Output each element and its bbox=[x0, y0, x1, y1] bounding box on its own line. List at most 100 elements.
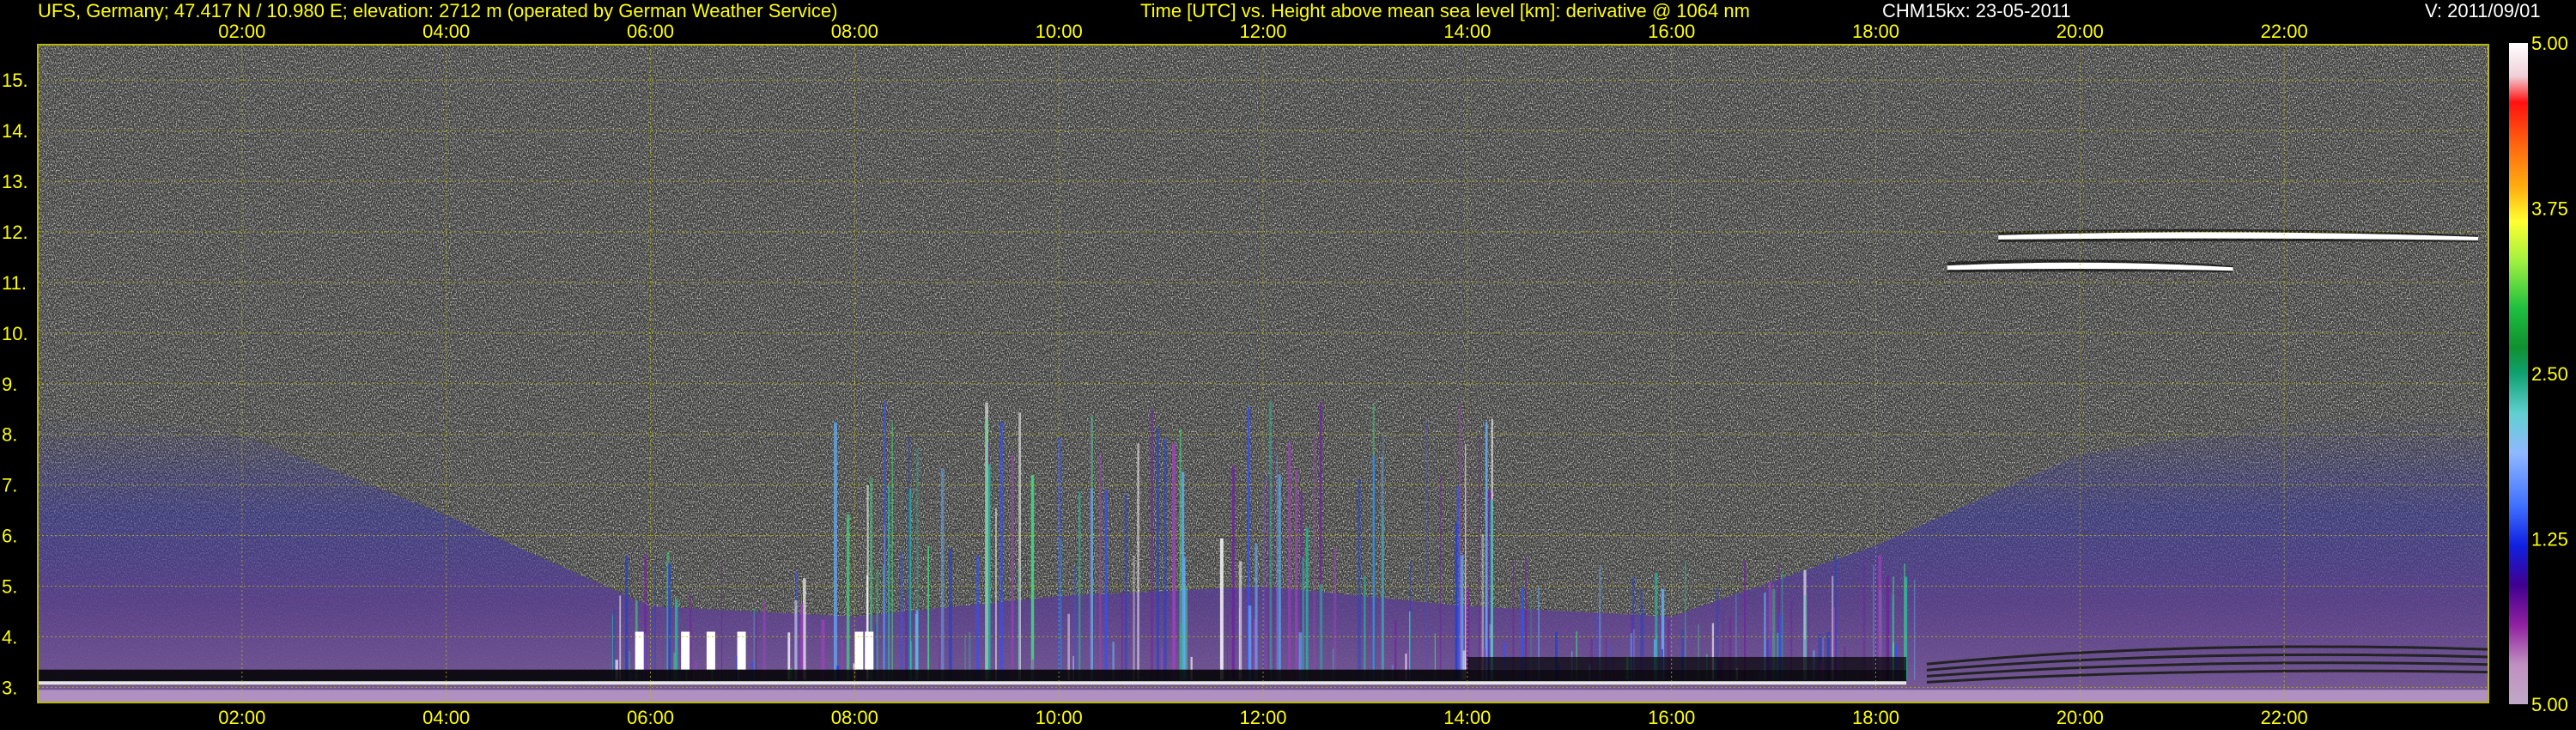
colorbar-label: 3.75 bbox=[2531, 198, 2568, 220]
boundary-layer-upper bbox=[1467, 656, 1907, 670]
signal-stripe bbox=[1464, 444, 1467, 680]
signal-stripe bbox=[888, 484, 890, 680]
signal-stripe bbox=[1267, 477, 1270, 680]
bright-echo bbox=[854, 631, 864, 670]
bright-echo bbox=[737, 631, 746, 670]
signal-stripe bbox=[794, 600, 798, 680]
signal-stripe bbox=[1137, 443, 1139, 680]
signal-stripe bbox=[1179, 429, 1182, 680]
signal-stripe bbox=[662, 557, 664, 680]
signal-stripe bbox=[995, 508, 997, 680]
signal-stripe bbox=[1058, 437, 1061, 680]
y-tick-label: 6. bbox=[2, 526, 17, 547]
signal-stripe bbox=[1305, 527, 1309, 680]
colorbar-label: 1.25 bbox=[2531, 529, 2568, 551]
colorbar-label: 5.00 bbox=[2531, 694, 2568, 715]
signal-stripe bbox=[1074, 567, 1077, 680]
colorbar-label: 5.00 bbox=[2531, 33, 2568, 54]
y-tick-label: 10. bbox=[2, 323, 28, 344]
signal-stripe bbox=[1150, 409, 1154, 680]
signal-stripe bbox=[1426, 420, 1428, 680]
y-tick-label: 15. bbox=[2, 70, 28, 91]
ground-signal bbox=[38, 690, 2488, 703]
signal-stripe bbox=[1011, 453, 1014, 680]
signal-stripe bbox=[1030, 475, 1035, 680]
signal-stripe bbox=[987, 465, 991, 680]
x-tick-label: 20:00 bbox=[2057, 707, 2104, 728]
signal-stripe bbox=[721, 561, 723, 680]
signal-stripe bbox=[1172, 443, 1176, 680]
signal-stripe bbox=[1163, 438, 1167, 680]
signal-stripe bbox=[654, 561, 656, 680]
x-tick-label: 02:00 bbox=[218, 707, 265, 728]
x-tick-label: 14:00 bbox=[1443, 707, 1491, 728]
x-tick-label: 08:00 bbox=[831, 21, 878, 42]
signal-stripe bbox=[1273, 438, 1275, 680]
x-tick-label: 14:00 bbox=[1443, 21, 1491, 42]
signal-stripe bbox=[1124, 494, 1127, 680]
x-tick-label: 04:00 bbox=[422, 707, 470, 728]
signal-stripe bbox=[1490, 499, 1493, 680]
signal-stripe bbox=[668, 563, 671, 680]
signal-stripe bbox=[1485, 422, 1488, 680]
bright-echo bbox=[865, 631, 874, 670]
bright-echo bbox=[635, 631, 644, 670]
signal-stripe bbox=[1078, 491, 1081, 680]
signal-stripe bbox=[1219, 538, 1224, 680]
signal-stripe bbox=[1276, 454, 1279, 680]
signal-stripe bbox=[1439, 475, 1442, 680]
signal-stripe bbox=[1018, 565, 1020, 680]
ceilometer-chart: 3. 4. 5. 6. 7. 8. 9. 10. 11. 12. 13. 14. 15. 02:00 02… bbox=[2, 21, 2568, 728]
colorbar-label: 2.50 bbox=[2531, 363, 2568, 385]
colorbar bbox=[2509, 43, 2528, 704]
signal-stripe bbox=[1334, 547, 1337, 680]
signal-stripe bbox=[1099, 453, 1102, 680]
x-tick-label: 02:00 bbox=[218, 21, 265, 42]
signal-stripe bbox=[1255, 543, 1258, 680]
y-tick-label: 5. bbox=[2, 575, 17, 597]
signal-stripe bbox=[1278, 474, 1281, 680]
signal-stripe bbox=[1231, 465, 1235, 680]
signal-stripe bbox=[613, 609, 616, 680]
x-tick-label: 10:00 bbox=[1036, 707, 1083, 728]
bright-echo bbox=[706, 631, 715, 670]
x-tick-label: 04:00 bbox=[422, 21, 470, 42]
signal-stripe bbox=[1104, 490, 1108, 680]
y-tick-label: 13. bbox=[2, 171, 28, 192]
signal-stripe bbox=[1248, 605, 1252, 680]
y-tick-label: 11. bbox=[2, 272, 27, 294]
signal-stripe bbox=[762, 600, 766, 680]
signal-stripe bbox=[1410, 561, 1412, 680]
signal-stripe bbox=[1455, 523, 1458, 680]
signal-stripe bbox=[1156, 428, 1160, 680]
signal-stripe bbox=[976, 556, 980, 680]
x-tick-label: 06:00 bbox=[627, 21, 674, 42]
x-tick-label: 08:00 bbox=[831, 707, 878, 728]
signal-stripe bbox=[1133, 556, 1135, 680]
bright-echo bbox=[681, 631, 690, 670]
signal-stripe bbox=[1459, 404, 1461, 680]
signal-stripe bbox=[846, 514, 850, 680]
signal-stripe bbox=[1263, 482, 1265, 680]
signal-stripe bbox=[644, 554, 647, 680]
signal-stripe bbox=[1095, 544, 1097, 680]
x-tick-label: 10:00 bbox=[1036, 21, 1083, 42]
signal-stripe bbox=[1288, 442, 1291, 680]
y-tick-label: 9. bbox=[2, 374, 17, 395]
x-tick-label: 20:00 bbox=[2057, 21, 2104, 42]
signal-stripe bbox=[1090, 420, 1092, 680]
x-tick-label: 06:00 bbox=[627, 707, 674, 728]
signal-stripe bbox=[1358, 479, 1361, 680]
x-tick-label: 12:00 bbox=[1239, 21, 1286, 42]
signal-stripe bbox=[834, 422, 837, 680]
x-tick-label: 22:00 bbox=[2261, 21, 2308, 42]
signal-stripe bbox=[1313, 435, 1316, 680]
y-tick-label: 12. bbox=[2, 222, 28, 243]
signal-stripe bbox=[1121, 591, 1123, 680]
x-tick-label: 22:00 bbox=[2261, 707, 2308, 728]
signal-stripe bbox=[1913, 579, 1916, 680]
signal-stripe bbox=[619, 595, 622, 680]
signal-stripe bbox=[803, 578, 806, 680]
x-tick-label: 12:00 bbox=[1239, 707, 1286, 728]
y-tick-label: 7. bbox=[2, 475, 17, 496]
